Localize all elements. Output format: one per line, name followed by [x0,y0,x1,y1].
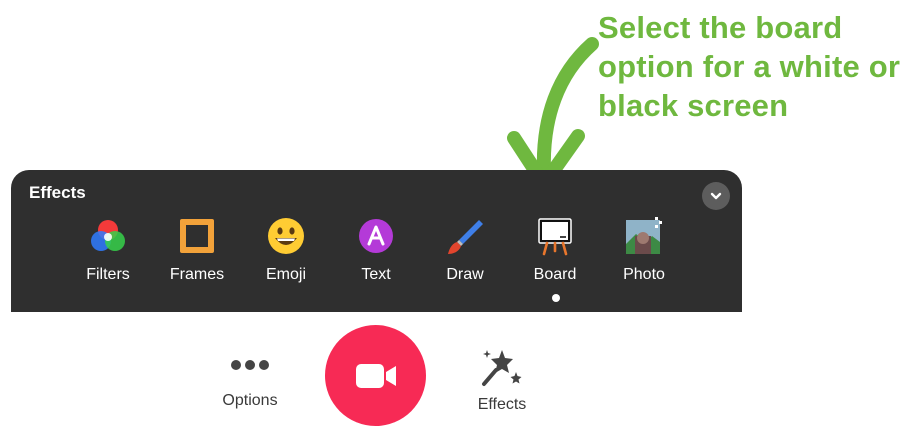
tool-emoji[interactable]: Emoji [246,214,326,284]
selected-indicator [552,294,560,302]
tool-label: Board [533,266,577,283]
tool-filters[interactable]: Filters [68,214,148,284]
frame-icon [180,218,214,253]
tool-label: Draw [446,266,484,283]
brush-icon [448,219,483,254]
emoji-icon [268,217,304,254]
filters-icon [91,219,125,251]
tool-label: Frames [169,266,225,283]
tool-label: Text [361,266,391,283]
board-icon [538,217,572,255]
options-button[interactable]: Options [200,355,300,410]
effects-panel: Effects Filters Frames Emoji Text Draw B… [11,170,742,312]
tool-label: Photo [623,266,665,283]
tool-draw[interactable]: Draw [425,214,505,284]
photo-icon [626,216,662,254]
tool-frames[interactable]: Frames [157,214,237,284]
tool-text[interactable]: Text [336,214,416,284]
effects-panel-title: Effects [29,183,86,202]
tool-photo[interactable]: Photo [604,214,684,284]
record-button[interactable] [325,325,426,426]
video-camera-icon [355,363,396,388]
tool-board[interactable]: Board [515,214,595,284]
chevron-down-icon [710,192,722,200]
callout-arrow [507,37,599,191]
tool-label: Emoji [265,266,306,283]
magic-wand-icon [482,350,522,386]
more-dots-icon [231,360,269,370]
text-icon [359,218,393,253]
tool-label: Filters [86,266,130,283]
collapse-button[interactable] [702,182,730,210]
effects-label: Effects [477,396,527,413]
callout-annotation: Select the board option for a white or b… [598,10,901,123]
effects-button[interactable]: Effects [452,346,552,414]
options-label: Options [222,392,278,409]
